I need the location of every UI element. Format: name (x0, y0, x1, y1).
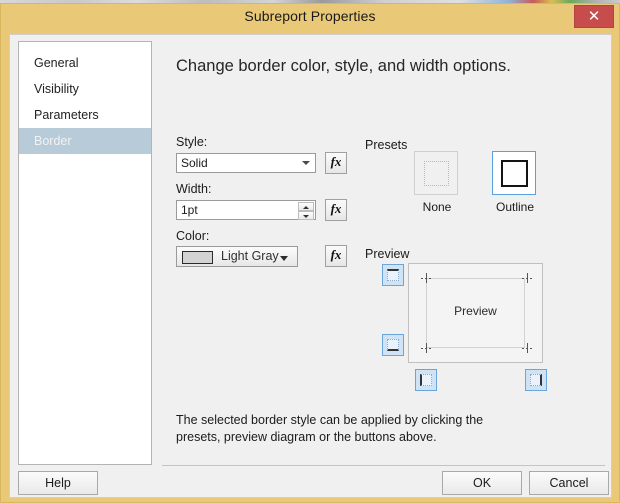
presets-label: Presets (365, 138, 408, 152)
title-bar: Subreport Properties ✕ (1, 4, 619, 31)
color-expression-button[interactable]: fx (325, 245, 347, 267)
color-swatch-icon (182, 251, 213, 264)
hint-text: The selected border style can be applied… (176, 413, 484, 444)
style-expression-button[interactable]: fx (325, 152, 347, 174)
preview-label: Preview (365, 247, 410, 261)
ok-button[interactable]: OK (442, 471, 522, 495)
dotted-square-icon (424, 161, 449, 186)
cancel-button[interactable]: Cancel (529, 471, 609, 495)
page-title: Change border color, style, and width op… (176, 57, 511, 75)
style-value: Solid (181, 156, 208, 170)
fx-icon: fx (330, 247, 342, 262)
solid-square-icon (501, 160, 528, 187)
width-expression-button[interactable]: fx (325, 199, 347, 221)
main-pane: Change border color, style, and width op… (160, 35, 611, 460)
fx-icon: fx (330, 201, 342, 216)
sidebar-item-border[interactable]: Border (19, 128, 151, 154)
preset-outline-box[interactable] (492, 151, 536, 195)
sidebar-item-general[interactable]: General (19, 50, 151, 76)
close-icon[interactable]: ✕ (574, 5, 614, 28)
color-dropdown[interactable]: Light Gray (176, 246, 298, 267)
border-bottom-icon (387, 339, 399, 351)
help-button[interactable]: Help (18, 471, 98, 495)
bottom-border-button[interactable] (382, 334, 404, 356)
border-right-icon (530, 374, 542, 386)
preset-outline[interactable]: Outline (492, 151, 538, 214)
color-value: Light Gray (221, 249, 279, 263)
preset-none-box[interactable] (414, 151, 458, 195)
fx-icon: fx (330, 154, 342, 169)
width-input[interactable]: 1pt (176, 200, 316, 220)
preview-diagram[interactable]: Preview (408, 263, 543, 363)
preview-text: Preview (454, 304, 497, 318)
preset-outline-label: Outline (495, 200, 535, 214)
preset-none[interactable]: None (414, 151, 460, 214)
top-border-button[interactable] (382, 264, 404, 286)
category-list[interactable]: General Visibility Parameters Border (18, 41, 152, 465)
chevron-down-icon (280, 256, 288, 261)
dialog-body: General Visibility Parameters Border Cha… (9, 34, 612, 498)
dialog-window: Subreport Properties ✕ General Visibilit… (0, 3, 620, 503)
right-border-button[interactable] (525, 369, 547, 391)
stepper-down-icon[interactable] (298, 211, 314, 220)
style-label: Style: (176, 135, 208, 149)
left-border-button[interactable] (415, 369, 437, 391)
quantity-stepper[interactable] (298, 202, 314, 220)
stepper-up-icon[interactable] (298, 202, 314, 211)
border-top-icon (387, 269, 399, 281)
sidebar-item-visibility[interactable]: Visibility (19, 76, 151, 102)
color-label: Color: (176, 229, 210, 243)
style-dropdown[interactable]: Solid (176, 153, 316, 173)
width-label: Width: (176, 182, 212, 196)
preset-none-label: None (422, 200, 452, 214)
border-left-icon (420, 374, 432, 386)
sidebar-item-parameters[interactable]: Parameters (19, 102, 151, 128)
width-value: 1pt (181, 203, 198, 217)
chevron-down-icon (302, 161, 310, 165)
footer-divider (162, 465, 605, 466)
window-title: Subreport Properties (244, 8, 376, 24)
